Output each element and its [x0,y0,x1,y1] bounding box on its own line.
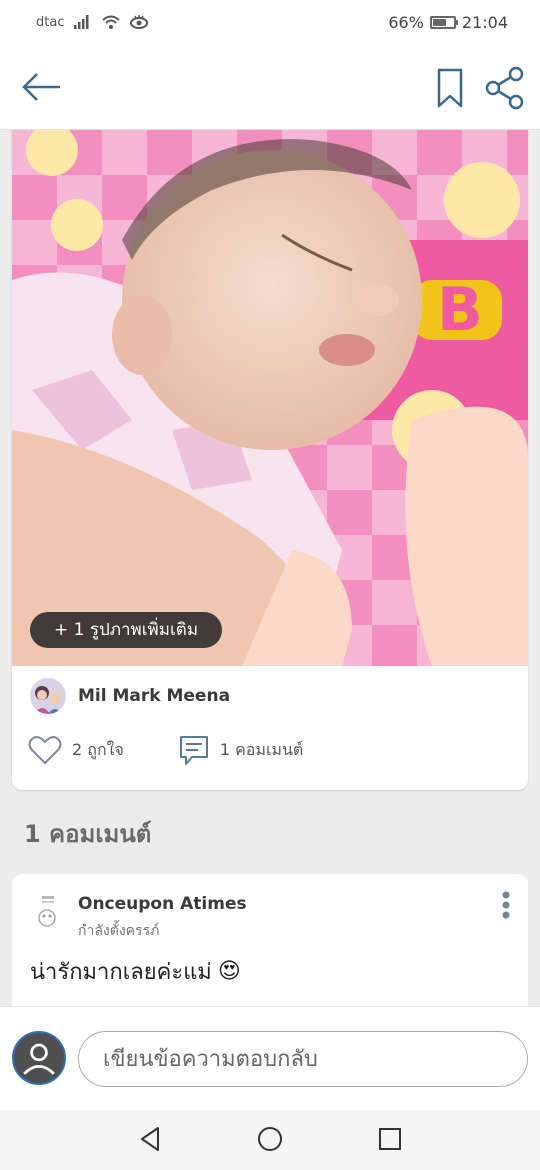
reply-input[interactable] [78,1031,528,1087]
comment-icon [179,736,208,765]
carrier-label: dtac [36,14,65,30]
status-left: dtac [36,14,149,30]
heart-icon [28,736,62,764]
reply-bar [0,1006,540,1110]
circle-home-icon[interactable] [255,1124,285,1154]
arrow-left-icon[interactable] [20,70,64,104]
bookmark-icon[interactable] [434,66,466,110]
author-avatar[interactable] [30,678,66,714]
status-bar: dtac 66% 21:04 [0,0,540,44]
svg-text:B: B [437,275,483,345]
comment-body: น่ารักมากเลยค่ะแม่ [30,960,212,985]
comment-card: Onceupon Atimes กำลังตั้งครรภ์ น่ารักมาก… [12,874,528,1014]
wifi-icon [102,15,121,29]
eye-comfort-icon [130,15,149,29]
post-photo[interactable]: B [12,130,528,666]
post-actions: 2 ถูกใจ 1 คอมเมนต์ [28,734,303,766]
triangle-back-icon[interactable] [136,1124,166,1154]
heart-eyes-emoji-icon: 😍 [217,959,241,984]
commenter-name[interactable]: Onceupon Atimes [78,894,247,914]
battery-percent: 66% [388,12,424,32]
likes-count-label: 2 ถูกใจ [72,739,124,759]
more-vertical-icon[interactable] [496,890,516,920]
like-button[interactable]: 2 ถูกใจ [28,735,124,765]
comments-header: 1 คอมเมนต์ [24,820,152,848]
battery-icon [429,15,458,29]
square-recent-icon[interactable] [375,1124,405,1154]
author-name[interactable]: Mil Mark Meena [78,686,230,706]
commenter-avatar[interactable] [32,894,64,930]
comment-button[interactable]: 1 คอมเมนต์ [178,734,303,766]
author-row[interactable]: Mil Mark Meena [30,678,230,714]
commenter-status: กำลังตั้งครรภ์ [78,923,160,939]
share-icon[interactable] [484,66,526,110]
comment-text: น่ารักมากเลยค่ะแม่ 😍 [30,954,241,989]
status-right: 66% 21:04 [388,13,508,32]
signal-icon [74,15,89,29]
post-card: B + 1 รูปภาพเพิ่มเติม Mil Mark Meena 2 ถ… [12,130,528,790]
battery-fill [432,18,447,26]
system-nav-bar [0,1110,540,1170]
app-bar [0,44,540,130]
comments-count-label: 1 คอมเมนต์ [219,739,304,759]
user-avatar[interactable] [12,1031,66,1085]
more-photos-button[interactable]: + 1 รูปภาพเพิ่มเติม [30,612,223,648]
clock: 21:04 [461,12,508,32]
